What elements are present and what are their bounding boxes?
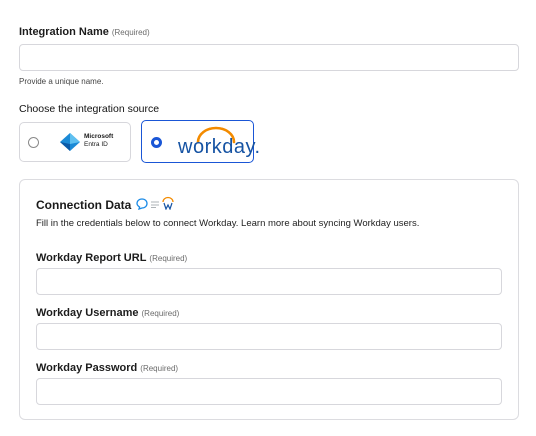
radio-workday[interactable] bbox=[151, 137, 162, 148]
required-marker: (Required) bbox=[141, 309, 180, 318]
username-label: Workday Username (Required) bbox=[36, 307, 179, 319]
source-option-workday[interactable]: workday. bbox=[141, 120, 260, 163]
chat-bubble-icon bbox=[136, 198, 148, 210]
integration-name-hint: Provide a unique name. bbox=[19, 77, 104, 86]
workday-mini-icon bbox=[162, 196, 174, 210]
report-url-label-text: Workday Report URL bbox=[36, 252, 147, 264]
microsoft-entra-name: Microsoft Entra ID bbox=[84, 133, 113, 149]
username-input[interactable] bbox=[36, 323, 502, 350]
microsoft-label: Microsoft bbox=[84, 133, 114, 140]
password-label: Workday Password (Required) bbox=[36, 362, 178, 374]
integration-name-label-text: Integration Name bbox=[19, 26, 109, 38]
report-url-input[interactable] bbox=[36, 268, 502, 295]
password-input[interactable] bbox=[36, 378, 502, 405]
source-heading: Choose the integration source bbox=[19, 103, 160, 115]
workday-wordmark: workday. bbox=[178, 136, 261, 158]
connection-data-panel: Connection Data Fill in the credentials … bbox=[19, 179, 519, 420]
radio-microsoft-entra[interactable] bbox=[28, 137, 39, 148]
username-label-text: Workday Username bbox=[36, 307, 139, 319]
source-option-microsoft-entra[interactable]: Microsoft Entra ID bbox=[19, 122, 131, 162]
microsoft-entra-logo-icon bbox=[60, 133, 80, 151]
required-marker: (Required) bbox=[111, 28, 150, 37]
password-label-text: Workday Password bbox=[36, 362, 138, 374]
required-marker: (Required) bbox=[149, 254, 188, 263]
integration-name-label: Integration Name (Required) bbox=[19, 26, 150, 38]
required-marker: (Required) bbox=[140, 364, 179, 373]
report-url-label: Workday Report URL (Required) bbox=[36, 252, 187, 264]
connection-data-description: Fill in the credentials below to connect… bbox=[36, 218, 420, 229]
connection-data-title: Connection Data bbox=[36, 198, 132, 212]
lines-icon bbox=[151, 201, 159, 208]
integration-name-input[interactable] bbox=[19, 44, 519, 71]
entra-id-label: Entra ID bbox=[84, 141, 108, 148]
